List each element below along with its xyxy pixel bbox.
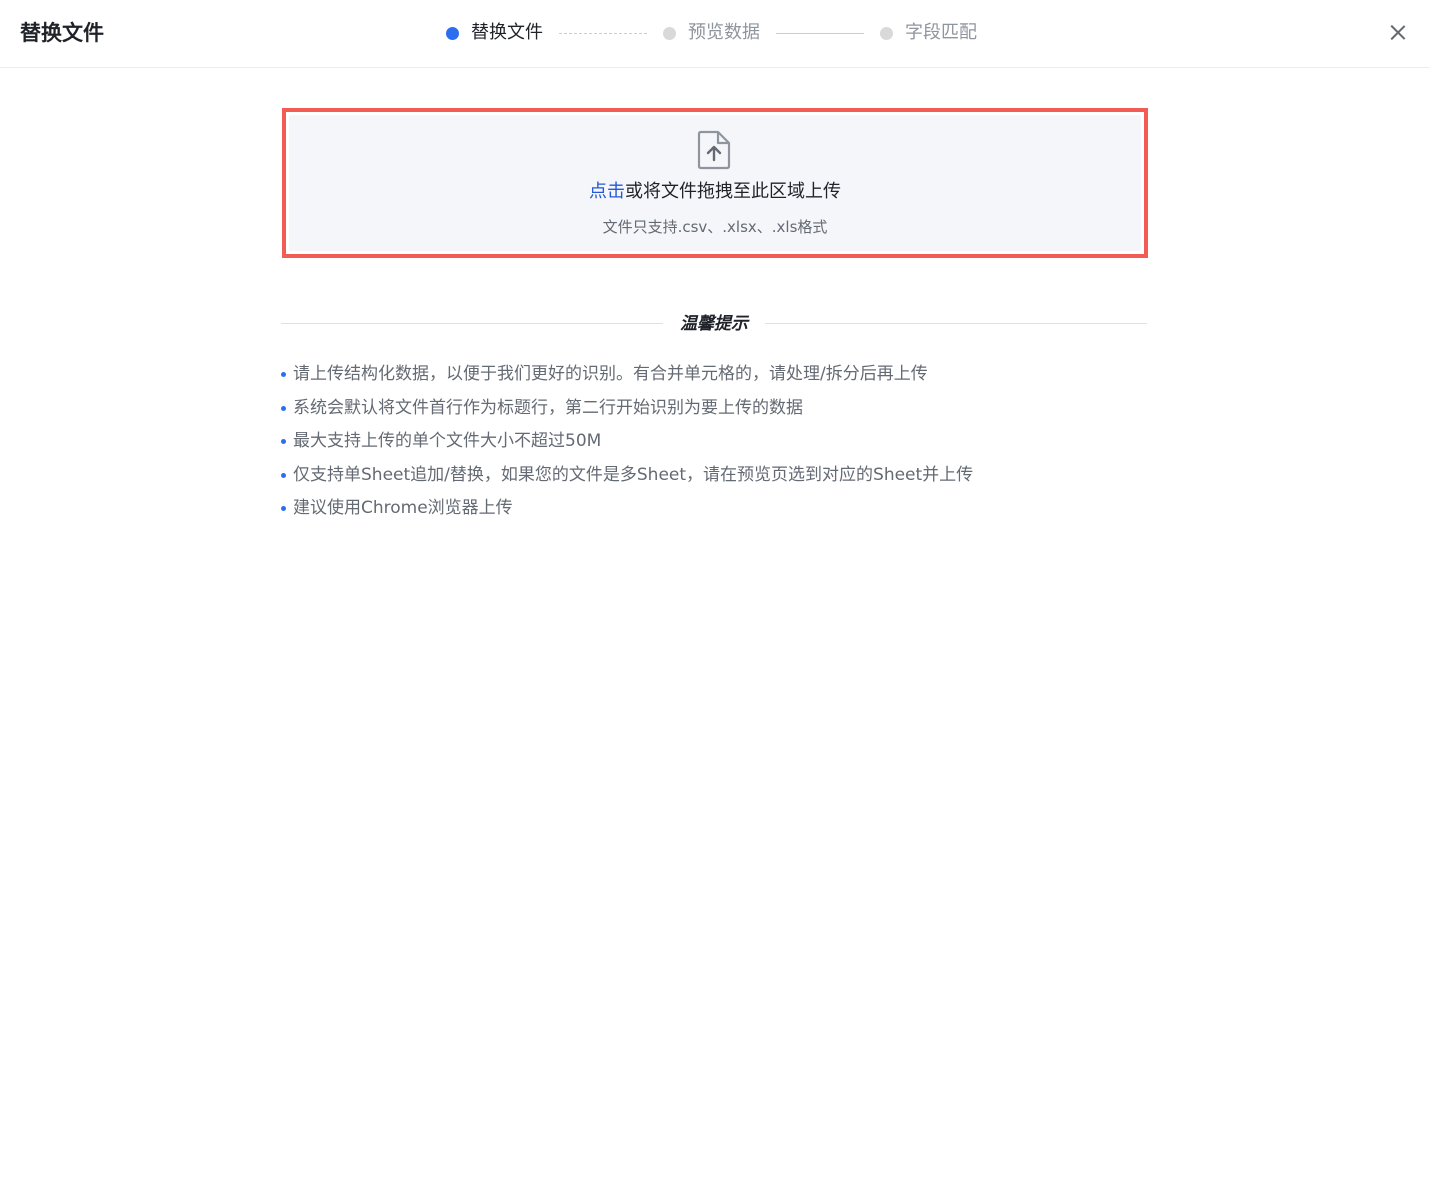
tips-list: 请上传结构化数据，以便于我们更好的识别。有合并单元格的，请处理/拆分后再上传 系… bbox=[281, 360, 1147, 528]
tip-item: 最大支持上传的单个文件大小不超过50M bbox=[281, 427, 1147, 461]
bullet-dot bbox=[281, 472, 286, 478]
divider-line bbox=[281, 323, 663, 324]
tip-text: 请上传结构化数据，以便于我们更好的识别。有合并单元格的，请处理/拆分后再上传 bbox=[293, 364, 928, 384]
bullet-dot bbox=[281, 372, 286, 377]
tip-text: 系统会默认将文件首行作为标题行，第二行开始识别为要上传的数据 bbox=[293, 397, 803, 418]
dialog-title: 替换文件 bbox=[20, 21, 104, 45]
step-connector bbox=[776, 32, 864, 34]
dialog-header: 替换文件 替换文件 预览数据 字段匹配 bbox=[0, 0, 1430, 68]
close-icon[interactable] bbox=[1388, 22, 1408, 42]
tip-item: 仅支持单Sheet追加/替换，如果您的文件是多Sheet，请在预览页选到对应的S… bbox=[281, 461, 1147, 495]
step-label: 字段匹配 bbox=[905, 22, 977, 43]
tip-item: 请上传结构化数据，以便于我们更好的识别。有合并单元格的，请处理/拆分后再上传 bbox=[281, 360, 1147, 394]
step-label: 预览数据 bbox=[688, 22, 760, 43]
tip-text: 建议使用Chrome浏览器上传 bbox=[293, 498, 513, 518]
step-connector bbox=[559, 32, 647, 34]
step-dot bbox=[880, 26, 893, 40]
file-upload-icon bbox=[697, 130, 731, 170]
tip-item: 建议使用Chrome浏览器上传 bbox=[281, 494, 1147, 528]
bullet-dot bbox=[281, 405, 286, 411]
upload-instruction: 点击或将文件拖拽至此区域上传 bbox=[289, 179, 1141, 205]
divider-line bbox=[765, 323, 1147, 324]
tip-text: 最大支持上传的单个文件大小不超过50M bbox=[293, 431, 602, 451]
step-replace-file: 替换文件 bbox=[446, 18, 543, 48]
bullet-dot bbox=[281, 439, 286, 444]
tip-text: 仅支持单Sheet追加/替换，如果您的文件是多Sheet，请在预览页选到对应的S… bbox=[293, 464, 974, 485]
step-indicator: 替换文件 预览数据 字段匹配 bbox=[446, 18, 977, 48]
upload-drag-text: 或将文件拖拽至此区域上传 bbox=[625, 181, 841, 202]
tip-item: 系统会默认将文件首行作为标题行，第二行开始识别为要上传的数据 bbox=[281, 394, 1147, 428]
step-field-mapping: 字段匹配 bbox=[880, 18, 977, 48]
file-upload-dropzone[interactable]: 点击或将文件拖拽至此区域上传 文件只支持.csv、.xlsx、.xls格式 bbox=[289, 115, 1141, 251]
upload-click-link[interactable]: 点击 bbox=[589, 181, 625, 202]
bullet-dot bbox=[281, 506, 286, 511]
step-dot-active bbox=[446, 26, 459, 40]
step-label: 替换文件 bbox=[471, 22, 543, 43]
step-dot bbox=[663, 26, 676, 40]
tips-divider: 温馨提示 bbox=[281, 310, 1147, 338]
upload-format-hint: 文件只支持.csv、.xlsx、.xls格式 bbox=[602, 218, 828, 236]
upload-highlight-frame: 点击或将文件拖拽至此区域上传 文件只支持.csv、.xlsx、.xls格式 bbox=[282, 108, 1148, 258]
tips-title: 温馨提示 bbox=[680, 314, 748, 334]
step-preview-data: 预览数据 bbox=[663, 18, 760, 48]
